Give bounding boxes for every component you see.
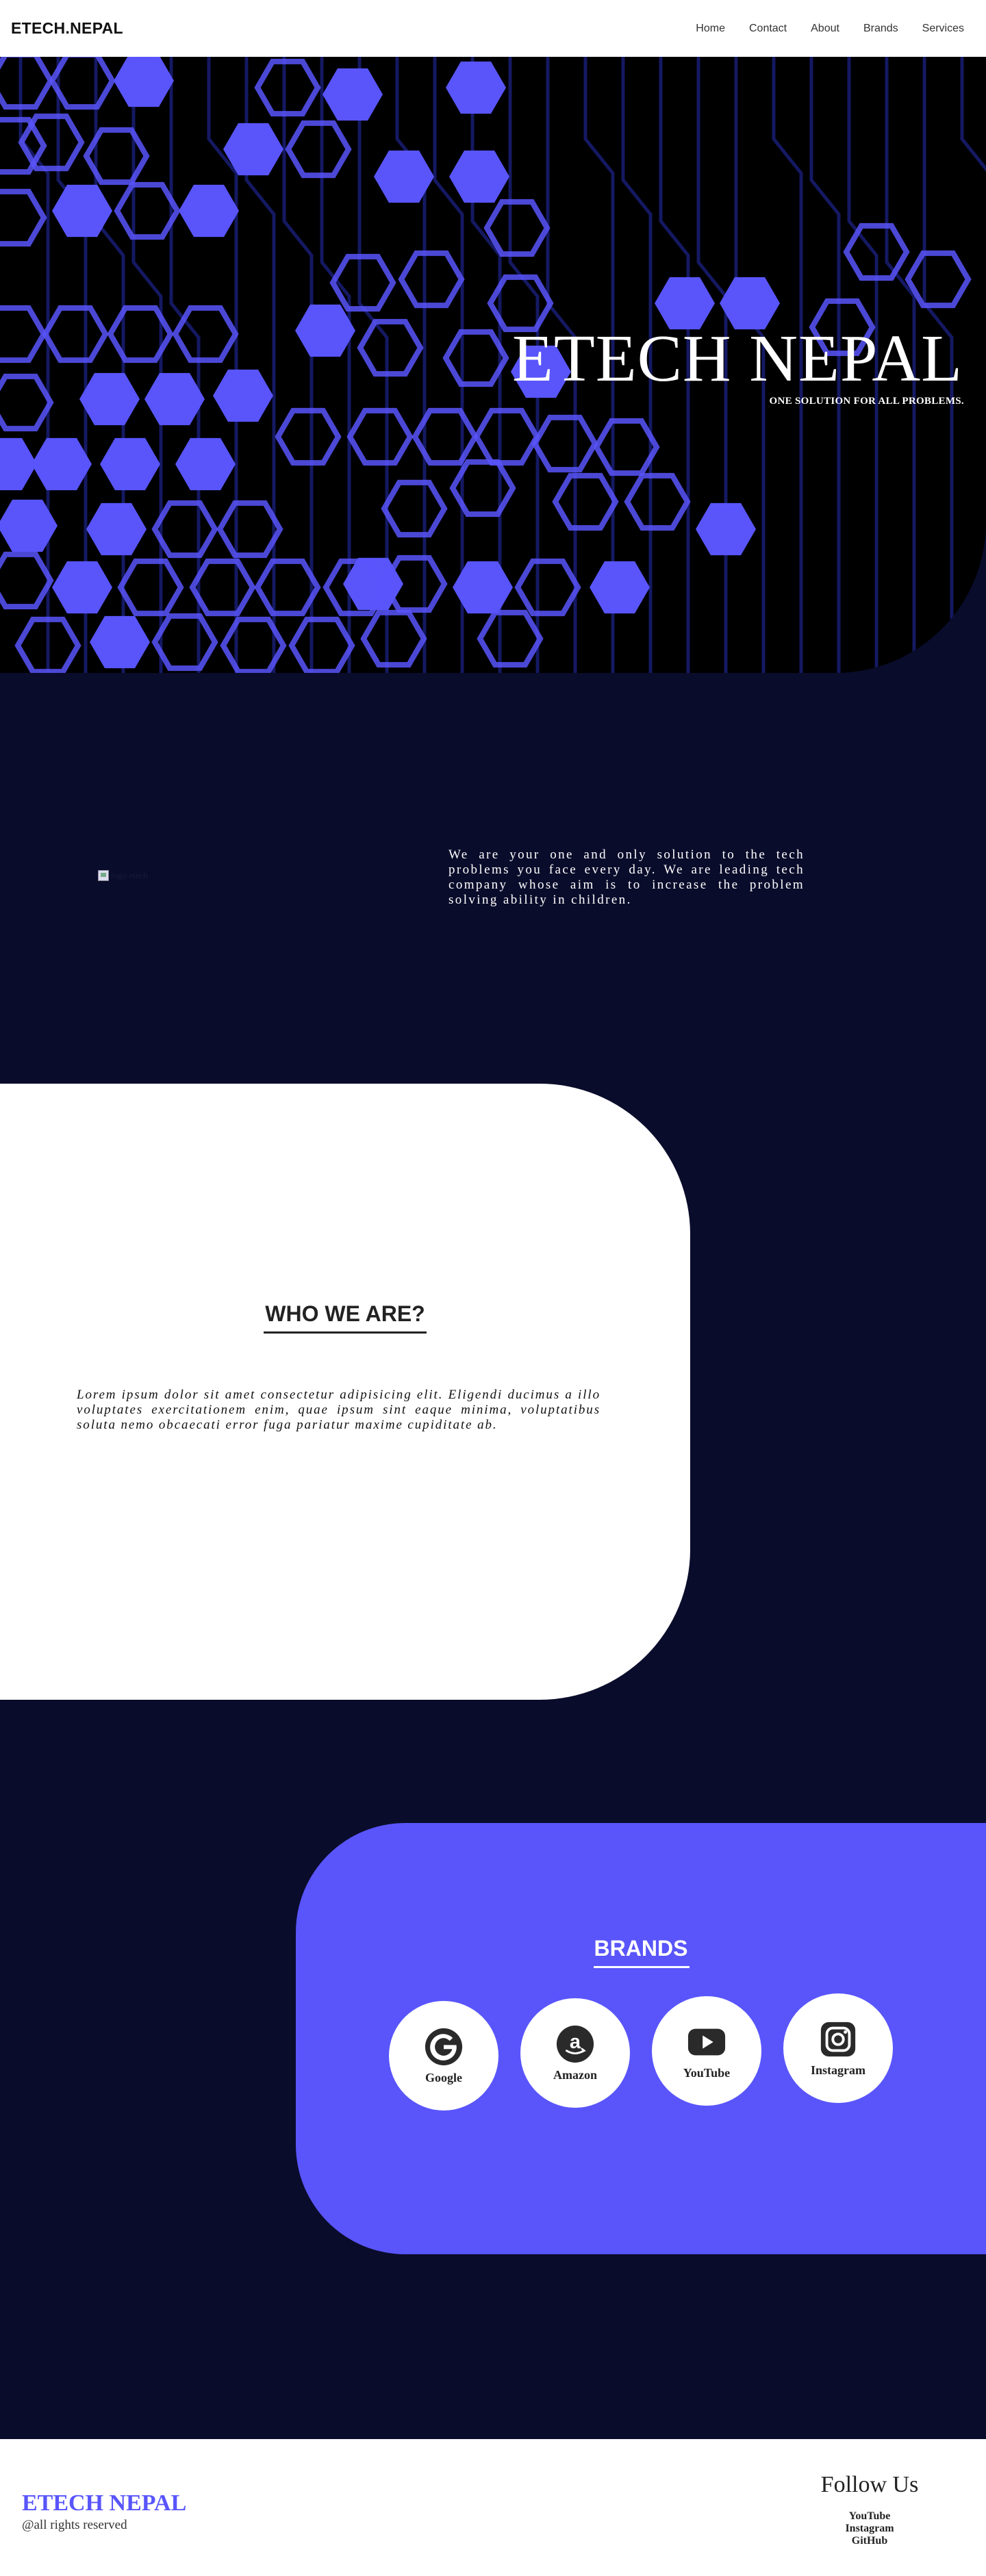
hexagon-shape bbox=[42, 305, 109, 364]
hexagon-shape bbox=[49, 57, 116, 110]
hexagon-shape bbox=[329, 253, 396, 312]
hexagon-shape bbox=[175, 437, 236, 491]
hexagon-shape bbox=[514, 558, 581, 617]
brands-underline bbox=[594, 1966, 690, 1968]
instagram-icon bbox=[820, 2022, 856, 2056]
navbar-brand[interactable]: ETECH.NEPAL bbox=[11, 19, 123, 38]
hexagon-shape bbox=[442, 329, 509, 387]
hexagon-shape bbox=[446, 61, 506, 114]
who-we-are-underline bbox=[264, 1331, 427, 1334]
hexagon-shape bbox=[473, 407, 540, 466]
hexagon-shape bbox=[0, 373, 54, 432]
hexagon-shape bbox=[381, 479, 448, 538]
hexagon-shape bbox=[31, 437, 92, 491]
hexagon-shape bbox=[0, 305, 47, 364]
who-we-are-section: WHO WE ARE? Lorem ipsum dolor sit amet c… bbox=[0, 1084, 690, 1700]
logo-image-broken: logo etech bbox=[98, 868, 160, 883]
hexagon-shape bbox=[151, 500, 218, 559]
hexagon-shape bbox=[52, 561, 112, 614]
hexagon-shape bbox=[531, 414, 598, 473]
follow-us-title: Follow Us bbox=[820, 2472, 919, 2497]
hexagon-shape bbox=[0, 437, 37, 491]
hexagon-shape bbox=[86, 502, 147, 556]
hexagon-shape bbox=[79, 372, 140, 426]
hexagon-shape bbox=[100, 437, 160, 491]
who-we-are-text: Lorem ipsum dolor sit amet consectetur a… bbox=[77, 1388, 601, 1432]
brand-name-youtube: YouTube bbox=[683, 2065, 731, 2080]
follow-links: YouTube Instagram GitHub bbox=[801, 2510, 938, 2547]
who-we-are-title: WHO WE ARE? bbox=[265, 1301, 425, 1326]
broken-image-icon bbox=[98, 870, 109, 881]
hexagon-shape bbox=[288, 616, 355, 673]
hexagon-shape bbox=[117, 558, 184, 617]
hexagon-shape bbox=[357, 318, 424, 377]
hexagon-shape bbox=[483, 199, 551, 257]
hexagon-shape bbox=[275, 407, 342, 466]
brands-section: BRANDS Google a Amazon YouTube Instagram bbox=[296, 1823, 986, 2254]
brands-title: BRANDS bbox=[594, 1936, 688, 1961]
logo-image-alt-text: logo etech bbox=[111, 870, 148, 880]
hexagon-shape bbox=[114, 181, 181, 240]
amazon-icon: a bbox=[556, 2025, 594, 2063]
follow-link-instagram[interactable]: Instagram bbox=[845, 2523, 894, 2535]
follow-link-youtube[interactable]: YouTube bbox=[849, 2510, 891, 2523]
hexagon-shape bbox=[254, 58, 321, 117]
hexagon-shape bbox=[144, 372, 205, 426]
hexagon-shape bbox=[189, 558, 256, 617]
brand-name-google: Google bbox=[425, 2070, 462, 2084]
brand-name-amazon: Amazon bbox=[553, 2067, 597, 2082]
google-icon bbox=[425, 2028, 463, 2065]
hexagon-shape bbox=[0, 188, 47, 247]
hexagon-shape bbox=[172, 305, 239, 364]
hexagon-shape bbox=[593, 418, 660, 476]
hexagon-shape bbox=[254, 558, 321, 617]
hexagon-shape bbox=[360, 609, 427, 668]
hero-title: ETECH NEPAL bbox=[511, 322, 963, 396]
hexagon-shape bbox=[179, 184, 239, 238]
hexagon-shape bbox=[213, 369, 273, 422]
brand-card-google[interactable]: Google bbox=[389, 2001, 498, 2110]
follow-link-github[interactable]: GitHub bbox=[852, 2535, 887, 2547]
hexagon-shape bbox=[114, 57, 174, 107]
youtube-icon bbox=[687, 2028, 726, 2055]
hexagon-shape bbox=[398, 250, 465, 309]
nav-links: Home Contact About Brands Services bbox=[672, 23, 964, 35]
hexagon-shape bbox=[624, 472, 691, 531]
hexagon-shape bbox=[552, 472, 619, 531]
nav-link-about[interactable]: About bbox=[811, 23, 839, 35]
navbar: ETECH.NEPAL Home Contact About Brands Se… bbox=[0, 0, 986, 57]
hexagon-shape bbox=[905, 250, 972, 309]
hexagon-shape bbox=[90, 615, 150, 669]
nav-link-brands[interactable]: Brands bbox=[863, 23, 898, 35]
brand-card-amazon[interactable]: a Amazon bbox=[520, 1998, 630, 2108]
footer: ETECH NEPAL @all rights reserved Follow … bbox=[0, 2439, 986, 2576]
hero-subtitle: ONE SOLUTION FOR ALL PROBLEMS. bbox=[769, 396, 964, 407]
hexagon-shape bbox=[696, 502, 756, 556]
hexagon-shape bbox=[590, 561, 650, 614]
nav-link-home[interactable]: Home bbox=[696, 23, 725, 35]
nav-link-contact[interactable]: Contact bbox=[749, 23, 787, 35]
footer-brand: ETECH NEPAL bbox=[22, 2490, 187, 2516]
brand-card-instagram[interactable]: Instagram bbox=[783, 1993, 893, 2103]
hexagon-shape bbox=[346, 407, 414, 466]
hexagon-shape bbox=[0, 57, 54, 110]
nav-link-services[interactable]: Services bbox=[922, 23, 964, 35]
hexagon-shape bbox=[151, 613, 218, 672]
hexagon-shape bbox=[216, 500, 283, 559]
hexagon-shape bbox=[18, 113, 85, 172]
brand-name-instagram: Instagram bbox=[811, 2063, 865, 2077]
hero-section: ETECH NEPAL ONE SOLUTION FOR ALL PROBLEM… bbox=[0, 57, 986, 673]
hexagon-shape bbox=[477, 609, 544, 668]
hexagon-shape bbox=[449, 150, 509, 203]
svg-text:a: a bbox=[570, 2030, 581, 2052]
intro-text: We are your one and only solution to the… bbox=[448, 847, 805, 907]
brand-card-youtube[interactable]: YouTube bbox=[652, 1996, 761, 2106]
hexagon-shape bbox=[0, 551, 54, 610]
hexagon-shape bbox=[323, 68, 383, 121]
hexagon-shape bbox=[285, 120, 352, 179]
footer-rights: @all rights reserved bbox=[22, 2518, 127, 2532]
hexagon-shape bbox=[295, 304, 355, 357]
